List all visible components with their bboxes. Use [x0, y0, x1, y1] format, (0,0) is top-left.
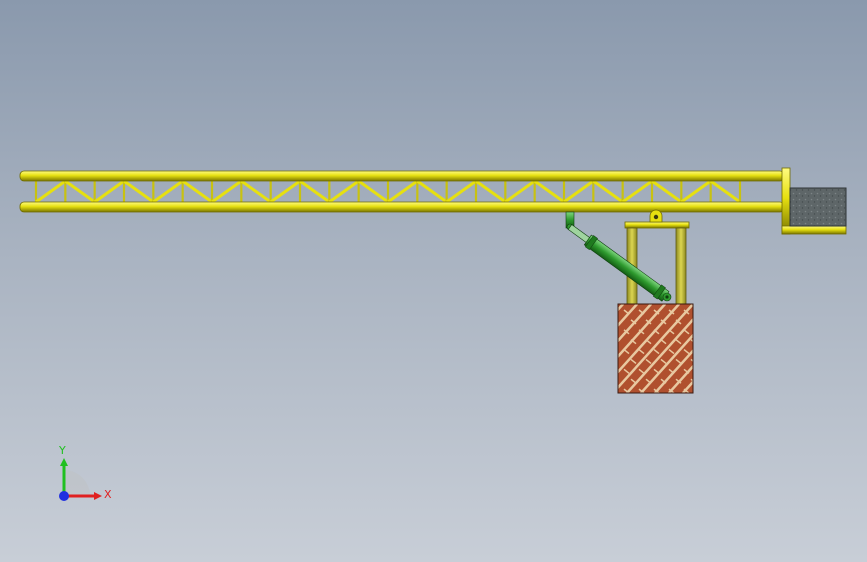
truss-diagonal: [35, 179, 67, 204]
truss-diagonal: [269, 179, 301, 204]
truss-diagonal: [416, 179, 448, 204]
truss-diagonal: [181, 179, 213, 204]
truss-diagonal: [93, 179, 125, 204]
z-axis-dot: [59, 491, 69, 501]
brick-mortar-line: [739, 304, 819, 393]
brick-pedestal[interactable]: [529, 303, 861, 394]
cad-viewport[interactable]: X Y: [0, 0, 867, 562]
crane-model[interactable]: [0, 0, 867, 562]
brick-mortar-line: [781, 304, 861, 393]
counterweight-block[interactable]: [789, 187, 847, 227]
truss-diagonal: [651, 179, 683, 204]
brick-mortar-line: [767, 304, 847, 393]
mast-post-right[interactable]: [675, 227, 687, 305]
truss-diagonal: [211, 179, 243, 204]
truss-bracing[interactable]: [34, 179, 742, 204]
truss-diagonal: [240, 179, 272, 204]
truss-diagonal: [387, 179, 419, 204]
truss-diagonal: [533, 179, 565, 204]
truss-bottom-chord[interactable]: [19, 201, 785, 213]
truss-diagonal: [709, 179, 741, 204]
truss-top-chord[interactable]: [19, 170, 785, 182]
truss-diagonal: [563, 179, 595, 204]
brick-mortar-line: [682, 380, 693, 393]
truss-diagonal: [621, 179, 653, 204]
truss-diagonal: [475, 179, 507, 204]
truss-diagonal: [445, 179, 477, 204]
brick-mortar-line: [529, 304, 609, 393]
truss-diagonal: [592, 179, 624, 204]
truss-diagonal: [64, 179, 96, 204]
brick-mortar-line: [618, 304, 625, 312]
triad-arc: [64, 470, 90, 496]
coordinate-triad: X Y: [58, 444, 112, 501]
mast-top-hinge[interactable]: [624, 209, 690, 229]
brick-mortar-line: [697, 304, 777, 393]
truss-diagonal: [680, 179, 712, 204]
brick-mortar-line: [725, 304, 805, 393]
truss-diagonal: [357, 179, 389, 204]
truss-diagonal: [504, 179, 536, 204]
truss-diagonal: [299, 179, 331, 204]
truss-diagonal: [328, 179, 360, 204]
truss-diagonal: [152, 179, 184, 204]
x-axis-label: X: [104, 488, 112, 501]
brick-mortar-line: [753, 304, 833, 393]
brick-mortar-line: [711, 304, 791, 393]
y-axis-label: Y: [58, 444, 66, 457]
truss-diagonal: [123, 179, 155, 204]
